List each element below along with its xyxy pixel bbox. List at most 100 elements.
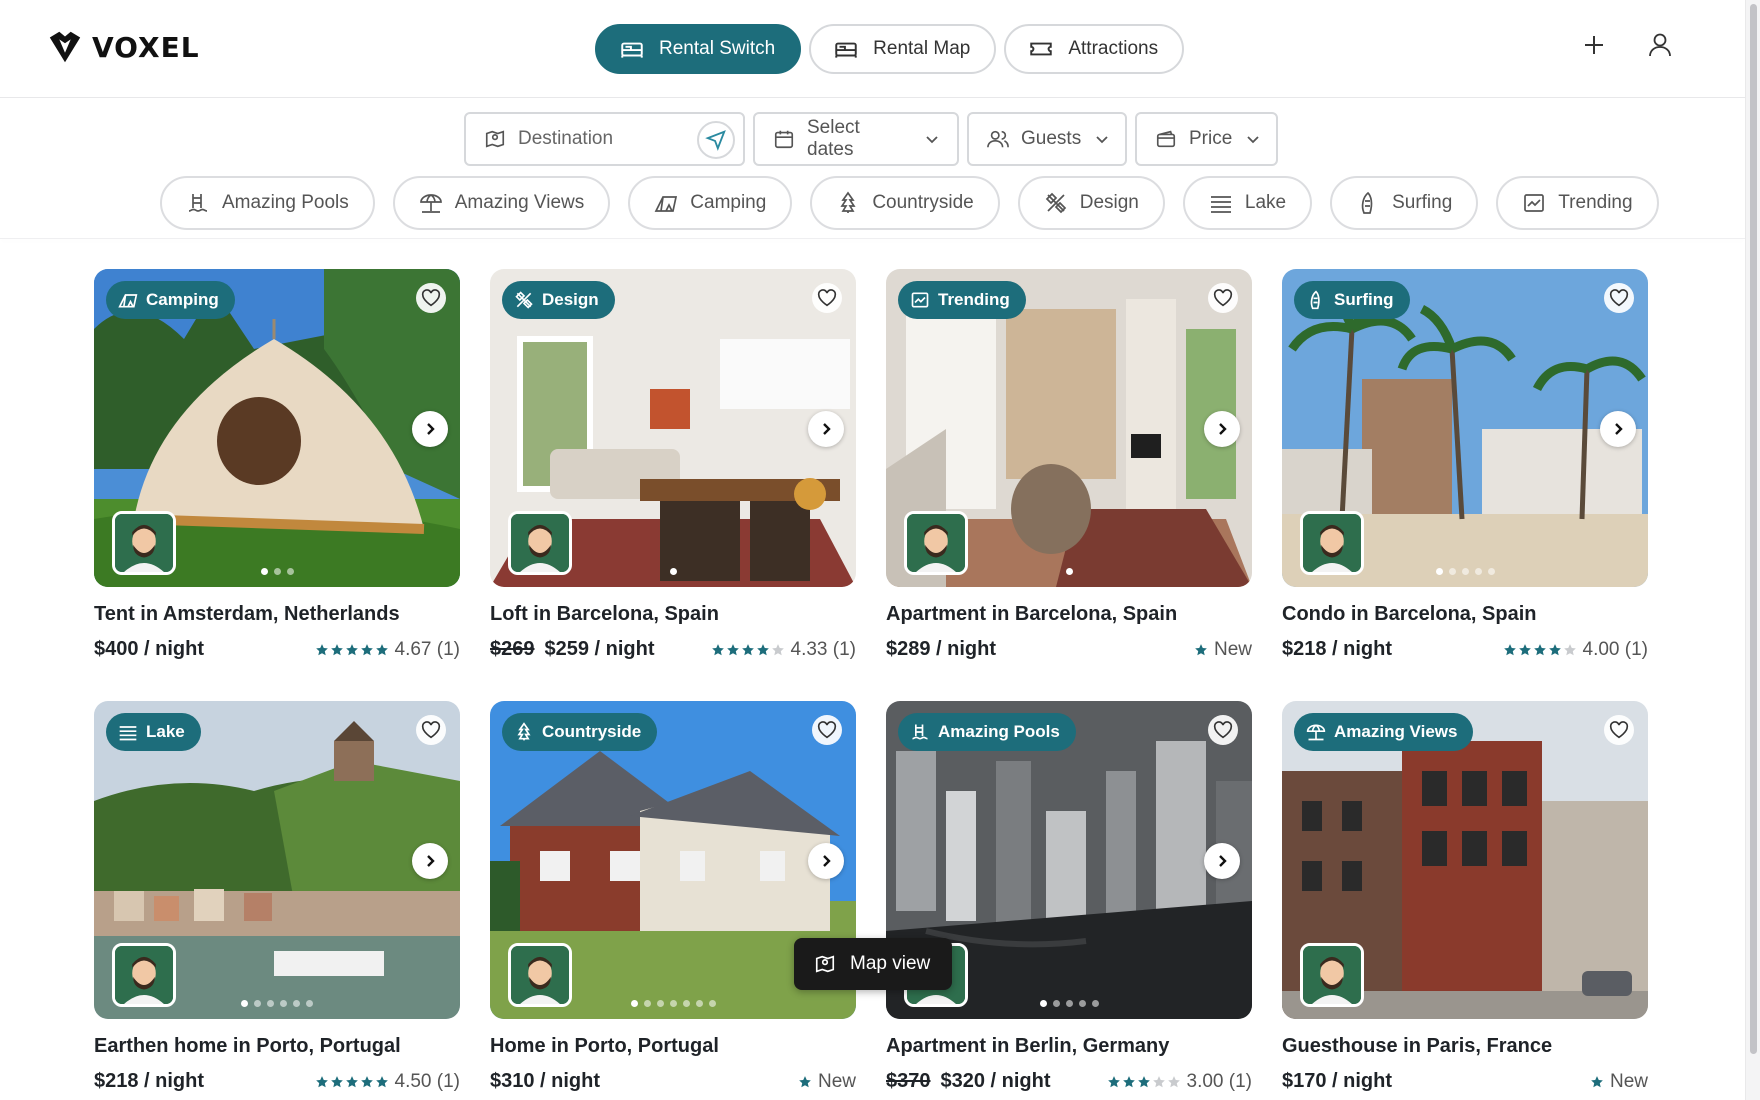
listing-card[interactable]: Surfing Condo in Barcelona, Spain $218 /… xyxy=(1282,269,1648,661)
next-photo-button[interactable] xyxy=(1204,843,1240,879)
listing-title[interactable]: Guesthouse in Paris, France xyxy=(1282,1035,1648,1058)
carousel-dot[interactable] xyxy=(630,1000,638,1007)
favorite-button[interactable] xyxy=(416,283,446,313)
filter-design[interactable]: Design xyxy=(1017,176,1165,230)
destination-input[interactable] xyxy=(518,128,678,150)
favorite-button[interactable] xyxy=(1604,283,1634,313)
host-avatar[interactable] xyxy=(508,511,572,575)
next-photo-button[interactable] xyxy=(1600,411,1636,447)
favorite-button[interactable] xyxy=(1208,283,1238,313)
carousel-dot[interactable] xyxy=(1448,568,1456,575)
favorite-button[interactable] xyxy=(416,715,446,745)
host-avatar[interactable] xyxy=(112,511,176,575)
add-button[interactable] xyxy=(1579,30,1609,60)
next-photo-button[interactable] xyxy=(412,843,448,879)
listing-card[interactable]: Camping Tent in Amsterdam, Netherlands $… xyxy=(94,269,460,661)
host-avatar[interactable] xyxy=(508,943,572,1007)
listing-rating: 4.33 (1) xyxy=(711,639,856,661)
carousel-dot[interactable] xyxy=(241,1000,248,1007)
listing-photo[interactable]: Amazing Views xyxy=(1282,701,1648,1019)
next-photo-button[interactable] xyxy=(808,843,844,879)
listing-card[interactable]: Design Loft in Barcelona, Spain $269 $25… xyxy=(490,269,856,661)
price-field[interactable]: Price xyxy=(1135,112,1278,166)
favorite-button[interactable] xyxy=(812,283,842,313)
carousel-dot[interactable] xyxy=(1065,1000,1073,1007)
carousel-dot[interactable] xyxy=(1039,1000,1047,1007)
listing-title[interactable]: Tent in Amsterdam, Netherlands xyxy=(94,603,460,626)
page: VOXEL Rental Switch Rental Map Attractio… xyxy=(0,0,1760,1100)
carousel-dot[interactable] xyxy=(267,1000,274,1007)
carousel-dot[interactable] xyxy=(280,1000,287,1007)
listing-photo[interactable]: Camping xyxy=(94,269,460,587)
listing-title[interactable]: Apartment in Barcelona, Spain xyxy=(886,603,1252,626)
host-avatar[interactable] xyxy=(1300,511,1364,575)
listing-title[interactable]: Home in Porto, Portugal xyxy=(490,1035,856,1058)
carousel-dot[interactable] xyxy=(1487,568,1495,575)
carousel-dot[interactable] xyxy=(1435,568,1443,575)
next-photo-button[interactable] xyxy=(808,411,844,447)
listing-title[interactable]: Earthen home in Porto, Portugal xyxy=(94,1035,460,1058)
carousel-dot[interactable] xyxy=(260,568,268,575)
nav-attractions[interactable]: Attractions xyxy=(1004,24,1185,74)
carousel-dot[interactable] xyxy=(682,1000,690,1007)
host-avatar[interactable] xyxy=(904,511,968,575)
filter-surfing[interactable]: Surfing xyxy=(1330,176,1479,230)
next-photo-button[interactable] xyxy=(412,411,448,447)
listing-card[interactable]: Trending Apartment in Barcelona, Spain $… xyxy=(886,269,1252,661)
brand-logo[interactable]: VOXEL xyxy=(46,28,200,66)
star-icon xyxy=(741,643,754,655)
carousel-dot[interactable] xyxy=(293,1000,300,1007)
carousel-dot[interactable] xyxy=(1091,1000,1099,1007)
listing-meta: $310 / night New xyxy=(490,1070,856,1093)
filter-camping[interactable]: Camping xyxy=(628,176,793,230)
carousel-dot[interactable] xyxy=(669,568,677,575)
listing-title[interactable]: Apartment in Berlin, Germany xyxy=(886,1035,1252,1058)
scrollbar-thumb[interactable] xyxy=(1750,4,1757,1054)
carousel-dot[interactable] xyxy=(1474,568,1482,575)
listing-photo[interactable]: Surfing xyxy=(1282,269,1648,587)
map-view-button[interactable]: Map view xyxy=(794,938,953,990)
favorite-button[interactable] xyxy=(1604,715,1634,745)
favorite-button[interactable] xyxy=(812,715,842,745)
listing-photo[interactable]: Design xyxy=(490,269,856,587)
listing-title[interactable]: Loft in Barcelona, Spain xyxy=(490,603,856,626)
listing-photo[interactable]: Trending xyxy=(886,269,1252,587)
carousel-dot[interactable] xyxy=(306,1000,313,1007)
locate-me-button[interactable] xyxy=(697,121,735,159)
carousel-dot[interactable] xyxy=(1078,1000,1086,1007)
listing-card[interactable]: Countryside Home in Porto, Portugal $310… xyxy=(490,701,856,1093)
carousel-dot[interactable] xyxy=(273,568,281,575)
nav-rental-map[interactable]: Rental Map xyxy=(809,24,997,74)
filter-trending[interactable]: Trending xyxy=(1496,176,1659,230)
carousel-dot[interactable] xyxy=(708,1000,716,1007)
filter-lake[interactable]: Lake xyxy=(1182,176,1313,230)
filter-countryside[interactable]: Countryside xyxy=(810,176,1000,230)
host-avatar[interactable] xyxy=(112,943,176,1007)
carousel-dot[interactable] xyxy=(695,1000,703,1007)
carousel-dot[interactable] xyxy=(1052,1000,1060,1007)
carousel-dot[interactable] xyxy=(286,568,294,575)
carousel-dot[interactable] xyxy=(656,1000,664,1007)
filter-amazing-views[interactable]: Amazing Views xyxy=(392,176,611,230)
carousel-dot[interactable] xyxy=(1461,568,1469,575)
carousel-dot[interactable] xyxy=(643,1000,651,1007)
carousel-dot[interactable] xyxy=(1065,568,1073,575)
listing-photo[interactable]: Lake xyxy=(94,701,460,1019)
carousel-dot[interactable] xyxy=(669,1000,677,1007)
listing-card[interactable]: Lake Earthen home in Porto, Portugal $21… xyxy=(94,701,460,1093)
favorite-button[interactable] xyxy=(1208,715,1238,745)
account-button[interactable] xyxy=(1645,30,1675,60)
nav-rental-switch[interactable]: Rental Switch xyxy=(595,24,802,74)
listing-card[interactable]: Amazing Pools Apartment in Berlin, Germa… xyxy=(886,701,1252,1093)
page-scrollbar[interactable] xyxy=(1745,0,1760,1100)
filter-amazing-pools[interactable]: Amazing Pools xyxy=(160,176,375,230)
guests-field[interactable]: Guests xyxy=(967,112,1127,166)
listing-title[interactable]: Condo in Barcelona, Spain xyxy=(1282,603,1648,626)
destination-field[interactable] xyxy=(464,112,745,166)
badge-label: Camping xyxy=(146,290,219,309)
dates-field[interactable]: Select dates xyxy=(753,112,959,166)
carousel-dot[interactable] xyxy=(254,1000,261,1007)
next-photo-button[interactable] xyxy=(1204,411,1240,447)
listing-card[interactable]: Amazing Views Guesthouse in Paris, Franc… xyxy=(1282,701,1648,1093)
host-avatar[interactable] xyxy=(1300,943,1364,1007)
